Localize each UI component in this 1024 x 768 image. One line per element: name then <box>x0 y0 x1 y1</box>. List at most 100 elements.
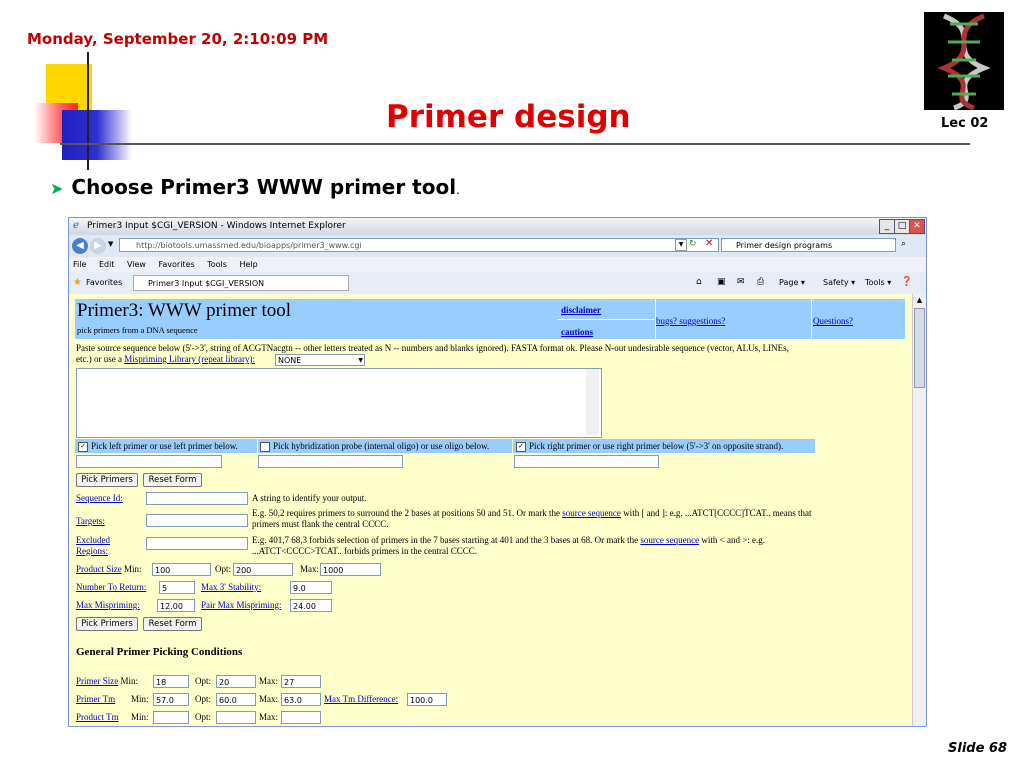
cautions-link[interactable]: cautions <box>561 327 593 337</box>
back-icon[interactable]: ◀ <box>72 238 88 254</box>
url-field[interactable]: http://biotools.umassmed.edu/bioapps/pri… <box>119 238 719 252</box>
pick-left-checkbox[interactable]: ✓ <box>78 441 88 452</box>
max-stability-link[interactable]: Max 3' Stability: <box>201 582 261 592</box>
targets-input[interactable] <box>146 514 248 527</box>
excluded-regions-input[interactable] <box>146 537 248 550</box>
pair-max-mispriming-input[interactable]: 24.00 <box>290 599 332 612</box>
max-mispriming-input[interactable]: 12.00 <box>157 599 195 612</box>
home-icon[interactable]: ⌂ <box>696 277 702 287</box>
bugs-link[interactable]: bugs? suggestions? <box>656 316 725 326</box>
menu-view[interactable]: View <box>127 260 146 269</box>
tools-menu[interactable]: Tools ▾ <box>865 278 891 287</box>
primer-tm-min-input[interactable]: 57.0 <box>153 693 189 706</box>
pair-max-mispriming-link[interactable]: Pair Max Mispriming: <box>201 600 282 610</box>
url-dropdown-icon[interactable]: ▼ <box>675 239 687 251</box>
pick-primers-button[interactable]: Pick Primers <box>76 473 138 487</box>
scroll-up-icon[interactable]: ▲ <box>914 296 925 306</box>
arrow-bullet-icon: ➤ <box>50 179 64 198</box>
forward-icon[interactable]: ▶ <box>90 238 106 254</box>
excluded-regions-link-2[interactable]: Regions: <box>76 546 108 556</box>
safety-menu[interactable]: Safety ▾ <box>823 278 855 287</box>
number-to-return-link[interactable]: Number To Return: <box>76 582 146 592</box>
product-size-opt-label: Opt: <box>215 564 232 574</box>
max-mispriming-link[interactable]: Max Mispriming: <box>76 600 140 610</box>
print-icon[interactable]: ⎙ <box>757 277 764 287</box>
excluded-help: E.g. 401,7 68,3 forbids selection of pri… <box>252 535 766 545</box>
max-tm-difference-input[interactable]: 100.0 <box>407 693 447 706</box>
primer-size-link[interactable]: Primer Size <box>76 676 118 686</box>
excluded-regions-link[interactable]: Excluded <box>76 535 110 545</box>
header-divider <box>811 299 812 339</box>
close-button[interactable]: ✕ <box>909 219 925 234</box>
primer-size-opt-input[interactable]: 20 <box>216 675 256 688</box>
targets-link[interactable]: Targets: <box>76 516 105 526</box>
left-primer-input[interactable] <box>76 455 222 468</box>
page-content: Primer3: WWW primer tool pick primers fr… <box>69 294 912 726</box>
menu-edit[interactable]: Edit <box>99 260 115 269</box>
primer-tm-max-input[interactable]: 63.0 <box>281 693 321 706</box>
scroll-thumb[interactable] <box>914 308 925 388</box>
decor-vertical-line <box>87 52 89 170</box>
product-tm-max-input[interactable] <box>281 711 321 724</box>
sequence-id-input[interactable] <box>146 492 248 505</box>
product-size-max-label: Max: <box>300 564 319 574</box>
product-size-link[interactable]: Product Size <box>76 564 122 574</box>
primer-size-min-input[interactable]: 18 <box>153 675 189 688</box>
lecture-label: Lec 02 <box>941 116 989 131</box>
excluded-help-2: ...ATCT<CCCC>TCAT.. forbids primers in t… <box>252 546 477 556</box>
search-field[interactable]: Primer design programs <box>721 238 896 252</box>
questions-link[interactable]: Questions? <box>813 316 853 326</box>
product-tm-min-label: Min: <box>131 712 149 722</box>
mispriming-library-link[interactable]: Mispriming Library (repeat library): <box>124 354 255 364</box>
pick-right-checkbox[interactable]: ✓ <box>516 441 526 452</box>
header-divider <box>557 319 655 320</box>
product-tm-link[interactable]: Product Tm <box>76 712 119 722</box>
disclaimer-link[interactable]: disclaimer <box>561 305 601 315</box>
sequence-id-link[interactable]: Sequence Id: <box>76 493 123 503</box>
help-icon[interactable]: ❓ <box>901 277 912 287</box>
max-tm-difference-link[interactable]: Max Tm Difference: <box>324 694 398 704</box>
reset-form-button-2[interactable]: Reset Form <box>143 617 202 631</box>
window-title: Primer3 Input $CGI_VERSION - Windows Int… <box>87 221 346 231</box>
product-size-max-input[interactable]: 1000 <box>320 563 381 576</box>
page-scrollbar[interactable]: ▲ <box>912 294 926 726</box>
primer-tm-link[interactable]: Primer Tm <box>76 694 115 704</box>
pick-primers-button-2[interactable]: Pick Primers <box>76 617 138 631</box>
feeds-icon[interactable]: ▣ <box>717 277 726 287</box>
menu-help[interactable]: Help <box>239 260 257 269</box>
source-sequence-link-2[interactable]: source sequence <box>640 535 699 545</box>
minimize-button[interactable]: _ <box>879 219 895 234</box>
mail-icon[interactable]: ✉ <box>737 277 745 287</box>
menu-tools[interactable]: Tools <box>207 260 227 269</box>
source-sequence-link[interactable]: source sequence <box>562 508 621 518</box>
browser-tab[interactable]: Primer3 Input $CGI_VERSION <box>133 275 349 291</box>
number-to-return-input[interactable]: 5 <box>159 581 195 594</box>
stop-icon[interactable]: ✕ <box>705 238 713 249</box>
product-tm-opt-input[interactable] <box>216 711 256 724</box>
product-size-opt-input[interactable]: 200 <box>233 563 293 576</box>
menu-file[interactable]: File <box>73 260 86 269</box>
maximize-button[interactable]: □ <box>894 219 910 234</box>
favorites-bar: ★ Favorites Primer3 Input $CGI_VERSION ⌂… <box>69 272 926 295</box>
product-size-row: Product Size Min: <box>76 564 142 574</box>
pick-probe-checkbox[interactable] <box>260 441 270 452</box>
title-rule <box>60 143 970 145</box>
primer-size-max-input[interactable]: 27 <box>281 675 321 688</box>
probe-oligo-input[interactable] <box>258 455 403 468</box>
primer-tm-opt-input[interactable]: 60.0 <box>216 693 256 706</box>
menu-favorites[interactable]: Favorites <box>159 260 195 269</box>
reset-form-button[interactable]: Reset Form <box>143 473 202 487</box>
history-dropdown-icon[interactable]: ▼ <box>108 240 113 248</box>
refresh-icon[interactable]: ↻ <box>689 239 697 249</box>
product-size-min-input[interactable]: 100 <box>152 563 211 576</box>
textarea-scrollbar[interactable] <box>586 369 599 435</box>
mispriming-library-select[interactable]: NONE ▼ <box>275 354 365 366</box>
sequence-textarea[interactable] <box>76 368 602 438</box>
product-tm-min-input[interactable] <box>153 711 189 724</box>
max-stability-input[interactable]: 9.0 <box>290 581 332 594</box>
right-primer-input[interactable] <box>514 455 659 468</box>
search-icon[interactable]: ⌕ <box>901 239 906 249</box>
favorites-button[interactable]: Favorites <box>86 278 122 287</box>
address-bar-row: ◀ ▶ ▼ http://biotools.umassmed.edu/bioap… <box>69 235 926 257</box>
page-menu[interactable]: Page ▾ <box>779 278 805 287</box>
